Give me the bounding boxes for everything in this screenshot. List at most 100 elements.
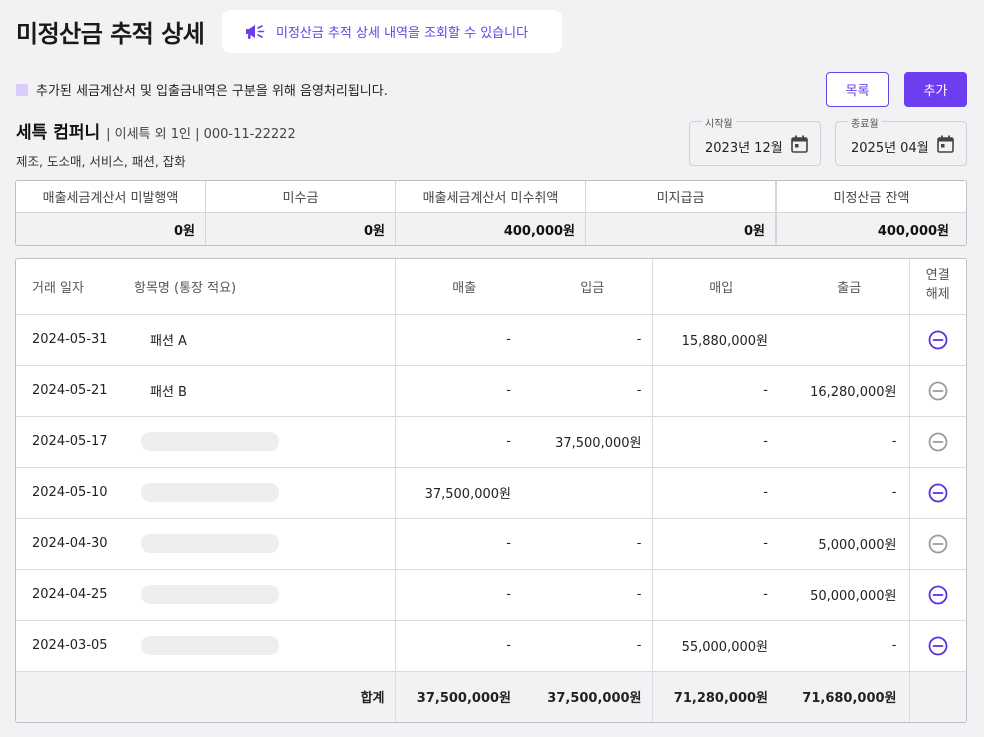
summary-col-unsettled-balance: 미정산금 잔액 400,000원 (777, 181, 966, 245)
table-row: 2024-05-17-37,500,000원 - - (16, 416, 966, 468)
row-unlink-cell (909, 416, 966, 468)
summary-label: 매출세금계산서 미발행액 (16, 181, 205, 213)
row-sales: - (395, 569, 523, 621)
masked-item-placeholder (141, 483, 279, 502)
row-withdrawal (780, 314, 910, 366)
row-item (126, 620, 396, 672)
table-row: 2024-05-31 패션 A - -15,880,000원 (16, 314, 966, 366)
row-withdrawal: 50,000,000원 (780, 569, 910, 621)
row-purchase: 15,880,000원 (652, 314, 780, 366)
notice-text: 미정산금 추적 상세 내역을 조회할 수 있습니다 (276, 26, 529, 41)
totals-purchase: 71,280,000원 (652, 671, 780, 722)
header-withdrawal: 출금 (780, 259, 910, 315)
company-name: 세특 컴퍼니 (16, 123, 101, 143)
company-info: 세특 컴퍼니 | 이세특 외 1인 | 000-11-22222 제조, 도소매… (16, 118, 296, 170)
row-item: 패션 A (126, 314, 396, 366)
row-date: 2024-05-10 (16, 467, 126, 519)
header-date: 거래 일자 (16, 259, 126, 315)
minus-circle-icon[interactable] (928, 585, 948, 605)
header-purchase: 매입 (652, 259, 780, 315)
table-row: 2024-04-30- - -5,000,000원 (16, 518, 966, 570)
summary-label: 매출세금계산서 미수취액 (396, 181, 585, 213)
summary-label: 미정산금 잔액 (777, 181, 966, 213)
totals-withdrawal: 71,680,000원 (780, 671, 910, 722)
end-month-field[interactable]: 종료월 2025년 04월 (835, 115, 967, 166)
shading-legend: 추가된 세금계산서 및 입출금내역은 구분을 위해 음영처리됩니다. (16, 80, 388, 99)
minus-circle-icon[interactable] (928, 432, 948, 452)
header-unlink-line1: 연결 (925, 268, 950, 284)
summary-value: 400,000원 (396, 213, 585, 245)
row-date: 2024-03-05 (16, 620, 126, 672)
row-item (126, 569, 396, 621)
header-unlink: 연결 해제 (909, 259, 966, 315)
row-item (126, 518, 396, 570)
totals-sales: 37,500,000원 (395, 671, 523, 722)
row-deposit: - (523, 365, 653, 417)
masked-item-placeholder (141, 585, 279, 604)
header-unlink-line2: 해제 (925, 287, 950, 303)
table-row: 2024-03-05- -55,000,000원 - (16, 620, 966, 672)
row-unlink-cell (909, 569, 966, 621)
end-month-value: 2025년 04월 (851, 141, 929, 156)
row-purchase: - (652, 416, 780, 468)
row-date: 2024-05-21 (16, 365, 126, 417)
row-deposit: 37,500,000원 (523, 416, 653, 468)
header-sales: 매출 (395, 259, 523, 315)
row-unlink-cell (909, 314, 966, 366)
row-date: 2024-04-30 (16, 518, 126, 570)
minus-circle-icon[interactable] (928, 381, 948, 401)
summary-value: 0원 (206, 213, 395, 245)
list-button[interactable]: 목록 (826, 72, 889, 107)
row-sales: - (395, 620, 523, 672)
summary-value: 0원 (16, 213, 205, 245)
header-deposit: 입금 (523, 259, 653, 315)
start-month-value: 2023년 12월 (705, 141, 783, 156)
row-withdrawal: - (780, 620, 910, 672)
totals-action-spacer (909, 671, 966, 722)
row-date: 2024-05-31 (16, 314, 126, 366)
row-deposit: - (523, 518, 653, 570)
summary-col-receivables: 미수금 0원 (206, 181, 396, 245)
masked-item-placeholder (141, 534, 279, 553)
minus-circle-icon[interactable] (928, 636, 948, 656)
totals-deposit: 37,500,000원 (523, 671, 653, 722)
calendar-icon[interactable] (937, 135, 954, 153)
row-date: 2024-04-25 (16, 569, 126, 621)
notice-banner: 미정산금 추적 상세 내역을 조회할 수 있습니다 (222, 10, 562, 53)
row-deposit: - (523, 314, 653, 366)
summary-table: 매출세금계산서 미발행액 0원 미수금 0원 매출세금계산서 미수취액 400,… (15, 180, 967, 246)
row-sales: 37,500,000원 (395, 467, 523, 519)
summary-value: 400,000원 (777, 213, 966, 245)
minus-circle-icon[interactable] (928, 534, 948, 554)
start-month-label: 시작월 (702, 115, 736, 130)
end-month-label: 종료월 (848, 115, 882, 130)
row-date: 2024-05-17 (16, 416, 126, 468)
calendar-icon[interactable] (791, 135, 808, 153)
row-purchase: - (652, 365, 780, 417)
summary-value: 0원 (586, 213, 775, 245)
row-unlink-cell (909, 620, 966, 672)
table-row: 2024-05-21 패션 B - - -16,280,000원 (16, 365, 966, 417)
row-item (126, 467, 396, 519)
row-withdrawal: - (780, 467, 910, 519)
row-deposit: - (523, 569, 653, 621)
legend-text: 추가된 세금계산서 및 입출금내역은 구분을 위해 음영처리됩니다. (36, 84, 388, 99)
row-deposit (523, 467, 653, 519)
summary-label: 미수금 (206, 181, 395, 213)
page-title: 미정산금 추적 상세 (16, 20, 205, 48)
start-month-field[interactable]: 시작월 2023년 12월 (689, 115, 821, 166)
add-button[interactable]: 추가 (904, 72, 967, 107)
row-unlink-cell (909, 467, 966, 519)
totals-row: 합계 37,500,000원 37,500,000원 71,280,000원 7… (16, 671, 966, 722)
row-deposit: - (523, 620, 653, 672)
row-sales: - (395, 365, 523, 417)
row-sales: - (395, 518, 523, 570)
row-item: 패션 B (126, 365, 396, 417)
table-row: 2024-04-25- - -50,000,000원 (16, 569, 966, 621)
row-withdrawal: 16,280,000원 (780, 365, 910, 417)
minus-circle-icon[interactable] (928, 483, 948, 503)
totals-label: 합계 (126, 671, 396, 722)
row-purchase: - (652, 518, 780, 570)
row-purchase: - (652, 569, 780, 621)
minus-circle-icon[interactable] (928, 330, 948, 350)
